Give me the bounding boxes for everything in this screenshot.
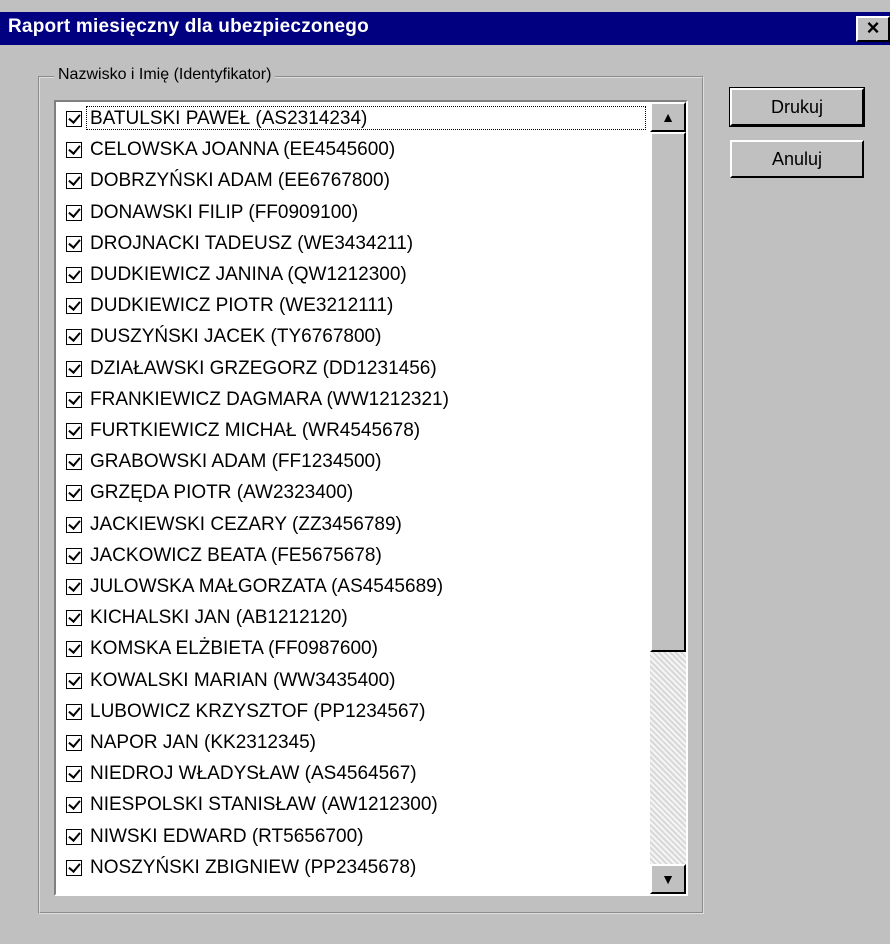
checkbox[interactable] (66, 329, 82, 345)
checkbox[interactable] (66, 704, 82, 720)
list-item-label: DZIAŁAWSKI GRZEGORZ (DD1231456) (90, 358, 437, 379)
list-item-label: KOWALSKI MARIAN (WW3435400) (90, 670, 396, 691)
scroll-down-button[interactable]: ▼ (650, 864, 686, 894)
list-item[interactable]: LUBOWICZ KRZYSZTOF (PP1234567) (66, 699, 425, 725)
checkbox[interactable] (66, 361, 82, 377)
dialog-window: Raport miesięczny dla ubezpieczonego × N… (0, 0, 890, 944)
checkbox[interactable] (66, 641, 82, 657)
list-item-label: LUBOWICZ KRZYSZTOF (PP1234567) (90, 701, 426, 722)
list-item-label: FURTKIEWICZ MICHAŁ (WR4545678) (90, 420, 421, 441)
list-item[interactable]: DUDKIEWICZ PIOTR (WE3212111) (66, 293, 393, 319)
checkbox[interactable] (66, 142, 82, 158)
scroll-up-button[interactable]: ▲ (650, 102, 686, 132)
triangle-down-icon: ▼ (661, 871, 675, 887)
list-item-label: CELOWSKA JOANNA (EE4545600) (90, 139, 396, 160)
checkbox[interactable] (66, 517, 82, 533)
list-item[interactable]: GRZĘDA PIOTR (AW2323400) (66, 480, 353, 506)
list-item-label: DROJNACKI TADEUSZ (WE3434211) (90, 233, 414, 254)
close-icon: × (866, 15, 880, 40)
scroll-thumb[interactable] (650, 132, 686, 652)
checkbox[interactable] (66, 860, 82, 876)
list-item[interactable]: JACKIEWSKI CEZARY (ZZ3456789) (66, 512, 402, 538)
list-item-label: NAPOR JAN (KK2312345) (90, 732, 316, 753)
list-item[interactable]: FRANKIEWICZ DAGMARA (WW1212321) (66, 387, 449, 413)
list-item-label: DOBRZYŃSKI ADAM (EE6767800) (90, 170, 390, 191)
list-item-label: GRZĘDA PIOTR (AW2323400) (90, 482, 354, 503)
list-item[interactable]: KOWALSKI MARIAN (WW3435400) (66, 668, 395, 694)
list-item[interactable]: DROJNACKI TADEUSZ (WE3434211) (66, 231, 413, 257)
list-item[interactable]: CELOWSKA JOANNA (EE4545600) (66, 137, 395, 163)
list-item-label: DUSZYŃSKI JACEK (TY6767800) (90, 326, 382, 347)
list-item[interactable]: NAPOR JAN (KK2312345) (66, 730, 316, 756)
checkbox[interactable] (66, 485, 82, 501)
list-item[interactable]: NOSZYŃSKI ZBIGNIEW (PP2345678) (66, 855, 416, 881)
checkbox[interactable] (66, 392, 82, 408)
checkbox[interactable] (66, 829, 82, 845)
checklist-listbox[interactable]: BATULSKI PAWEŁ (AS2314234) CELOWSKA JOANN… (54, 100, 688, 896)
cancel-button[interactable]: Anuluj (730, 140, 864, 178)
list-item-label: DUDKIEWICZ JANINA (QW1212300) (90, 264, 407, 285)
checkbox[interactable] (66, 548, 82, 564)
list-item[interactable]: NIWSKI EDWARD (RT5656700) (66, 824, 363, 850)
checkbox[interactable] (66, 766, 82, 782)
list-item[interactable]: DONAWSKI FILIP (FF0909100) (66, 200, 358, 226)
checkbox[interactable] (66, 735, 82, 751)
list-items-container: BATULSKI PAWEŁ (AS2314234) CELOWSKA JOANN… (58, 104, 646, 894)
list-item[interactable]: DZIAŁAWSKI GRZEGORZ (DD1231456) (66, 356, 437, 382)
list-item-label: NIEDROJ WŁADYSŁAW (AS4564567) (90, 763, 417, 784)
list-item[interactable]: KICHALSKI JAN (AB1212120) (66, 605, 348, 631)
checkbox[interactable] (66, 579, 82, 595)
list-item[interactable]: GRABOWSKI ADAM (FF1234500) (66, 449, 381, 475)
list-item[interactable]: JULOWSKA MAŁGORZATA (AS4545689) (66, 574, 443, 600)
list-item-label: KICHALSKI JAN (AB1212120) (90, 607, 348, 628)
close-button[interactable]: × (856, 16, 890, 42)
list-item-label: NOSZYŃSKI ZBIGNIEW (PP2345678) (90, 857, 417, 878)
checkbox[interactable] (66, 111, 82, 127)
checkbox[interactable] (66, 673, 82, 689)
checkbox[interactable] (66, 454, 82, 470)
print-button[interactable]: Drukuj (729, 87, 865, 127)
checkbox[interactable] (66, 610, 82, 626)
checkbox[interactable] (66, 423, 82, 439)
list-item-label: NIWSKI EDWARD (RT5656700) (90, 826, 364, 847)
vertical-scrollbar[interactable]: ▲ ▼ (650, 102, 686, 894)
checkbox[interactable] (66, 298, 82, 314)
list-item[interactable]: NIEDROJ WŁADYSŁAW (AS4564567) (66, 761, 417, 787)
checkbox[interactable] (66, 236, 82, 252)
list-item[interactable]: NIESPOLSKI STANISŁAW (AW1212300) (66, 792, 438, 818)
list-item[interactable]: KOMSKA ELŻBIETA (FF0987600) (66, 636, 378, 662)
group-legend: Nazwisko i Imię (Identyfikator) (54, 66, 276, 84)
list-item-label: NIESPOLSKI STANISŁAW (AW1212300) (90, 794, 438, 815)
list-item-label: DONAWSKI FILIP (FF0909100) (90, 202, 359, 223)
list-item[interactable]: FURTKIEWICZ MICHAŁ (WR4545678) (66, 418, 420, 444)
list-item-label: JACKIEWSKI CEZARY (ZZ3456789) (90, 514, 402, 535)
list-item[interactable]: DUSZYŃSKI JACEK (TY6767800) (66, 324, 381, 350)
list-item-label: JACKOWICZ BEATA (FE5675678) (90, 545, 382, 566)
list-item-label: GRABOWSKI ADAM (FF1234500) (90, 451, 382, 472)
triangle-up-icon: ▲ (661, 109, 675, 125)
checkbox[interactable] (66, 205, 82, 221)
focus-rectangle (86, 106, 646, 130)
checkbox[interactable] (66, 267, 82, 283)
list-item-label: JULOWSKA MAŁGORZATA (AS4545689) (90, 576, 444, 597)
list-item[interactable]: JACKOWICZ BEATA (FE5675678) (66, 543, 382, 569)
list-item[interactable]: DUDKIEWICZ JANINA (QW1212300) (66, 262, 407, 288)
checkbox[interactable] (66, 797, 82, 813)
list-item-label: DUDKIEWICZ PIOTR (WE3212111) (90, 295, 394, 316)
list-item[interactable]: DOBRZYŃSKI ADAM (EE6767800) (66, 168, 390, 194)
window-title: Raport miesięczny dla ubezpieczonego (8, 16, 369, 37)
list-item-label: KOMSKA ELŻBIETA (FF0987600) (90, 638, 378, 659)
checkbox[interactable] (66, 173, 82, 189)
list-item-label: FRANKIEWICZ DAGMARA (WW1212321) (90, 389, 449, 410)
